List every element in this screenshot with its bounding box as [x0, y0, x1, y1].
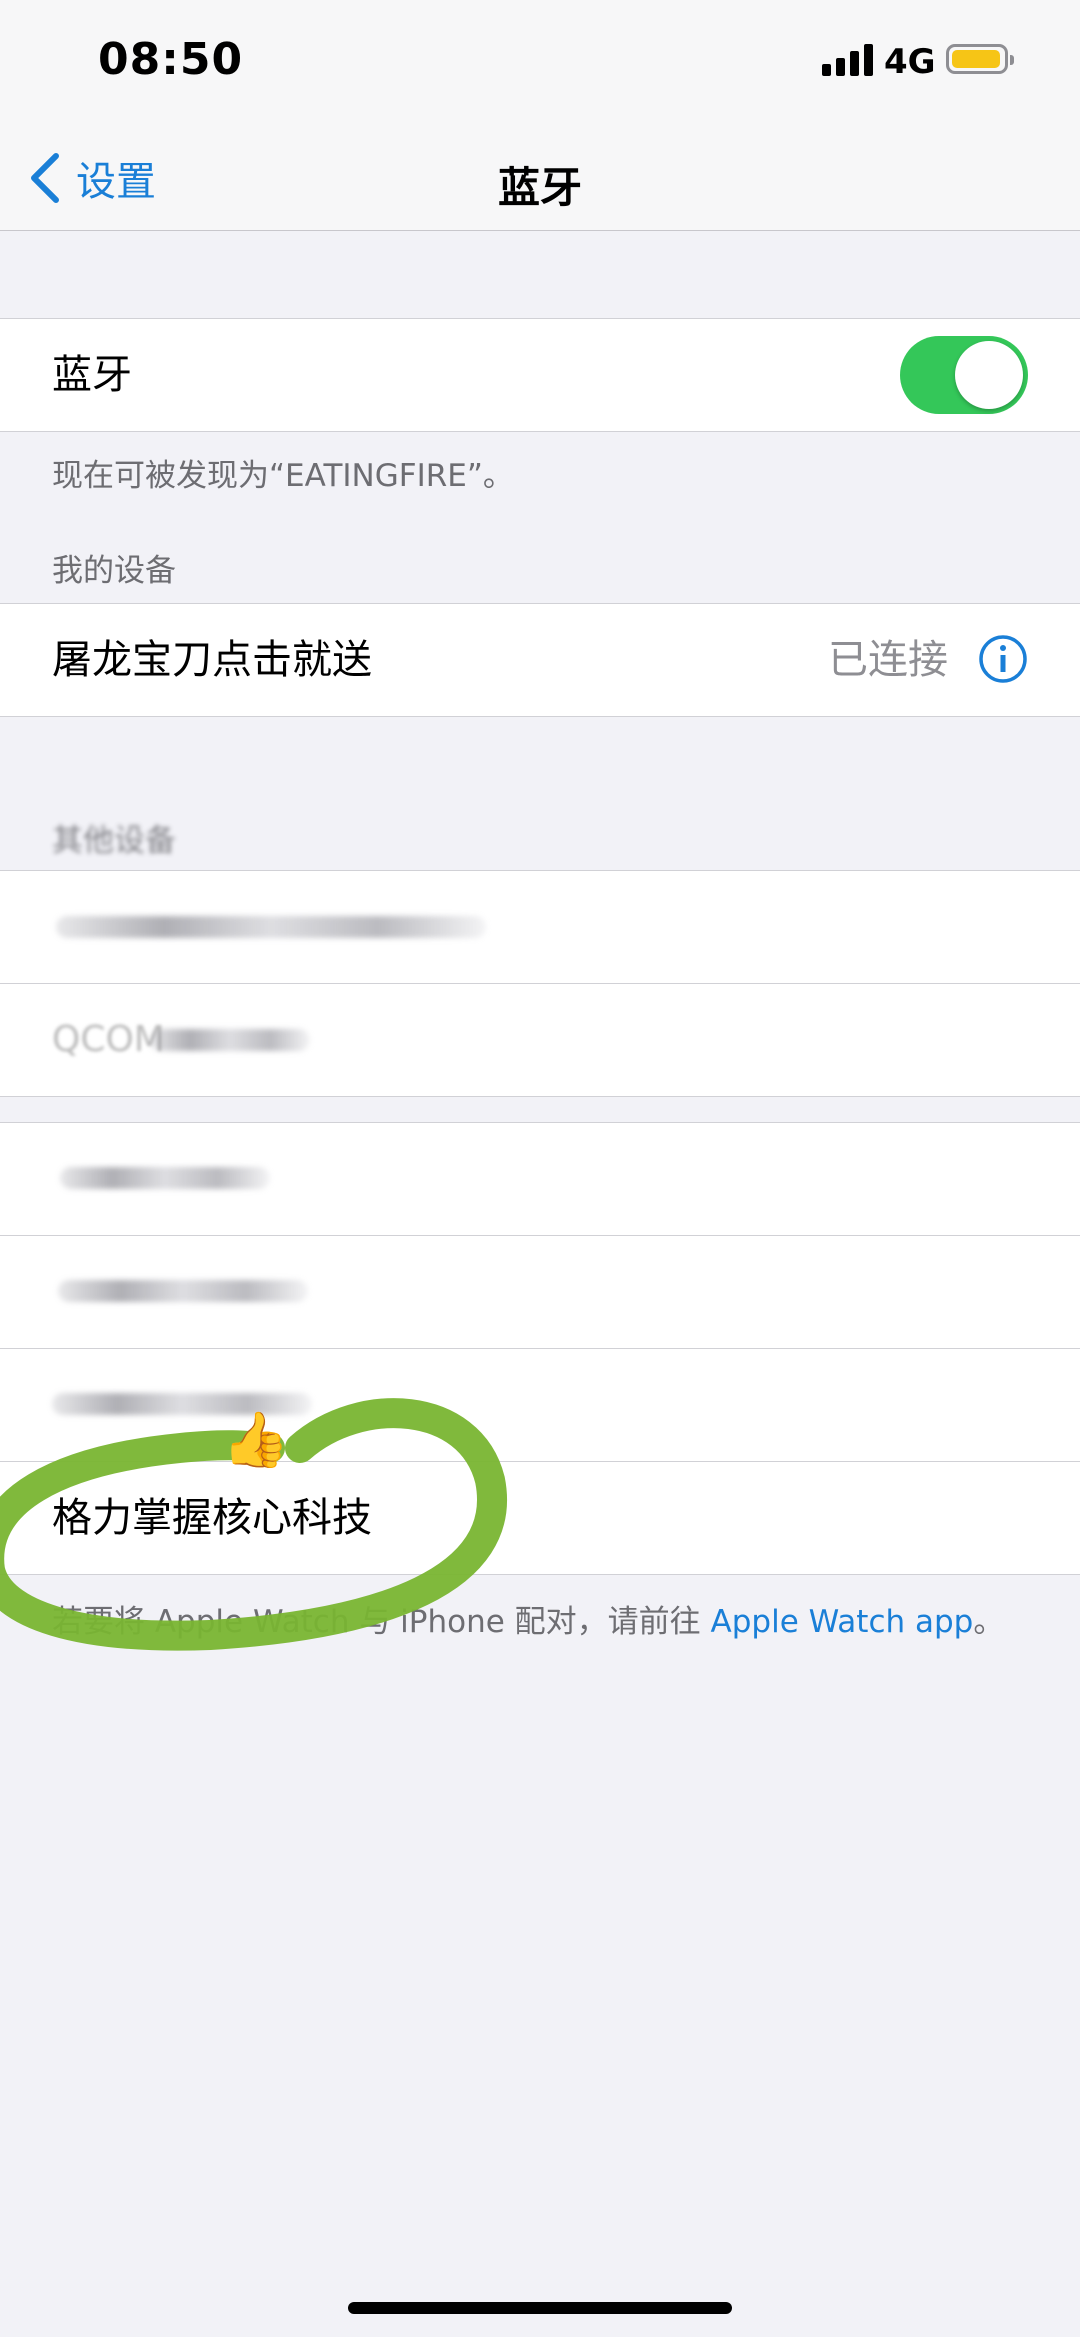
blurred-device-name [60, 1167, 270, 1189]
my-devices-group: 屠龙宝刀点击就送 已连接 [0, 603, 1080, 717]
other-devices-group-2: 格力掌握核心科技 [0, 1122, 1080, 1575]
bluetooth-row: 蓝牙 [0, 319, 1080, 431]
footer-text: 若要将 Apple Watch 与 iPhone 配对，请前往 [52, 1604, 701, 1640]
battery-icon [946, 44, 1014, 74]
status-bar: 08:50 4G [0, 0, 1080, 130]
device-status: 已连接 [828, 637, 948, 683]
status-time: 08:50 [98, 34, 244, 85]
page-title: 蓝牙 [497, 163, 582, 212]
list-item[interactable] [0, 1235, 1080, 1348]
list-item[interactable] [0, 1348, 1080, 1461]
other-devices-group-1: QCOM [0, 870, 1080, 1097]
thumbs-up-icon: 👍 [222, 1408, 290, 1471]
blurred-device-name [58, 1280, 308, 1302]
list-item[interactable]: QCOM [0, 983, 1080, 1096]
footer-suffix: 。 [973, 1604, 1005, 1640]
device-row[interactable]: 屠龙宝刀点击就送 已连接 [0, 604, 1080, 716]
list-item[interactable]: 格力掌握核心科技 [0, 1461, 1080, 1574]
bluetooth-toggle[interactable] [900, 336, 1028, 414]
blurred-device-name [150, 1029, 310, 1051]
info-icon[interactable] [978, 634, 1028, 684]
signal-icon [822, 44, 874, 76]
device-name: QCOM [52, 1019, 165, 1060]
discoverable-caption: 现在可被发现为“EATINGFIRE”。 [52, 458, 514, 494]
bluetooth-label: 蓝牙 [52, 352, 132, 398]
other-devices-header: 其他设备 [52, 815, 176, 860]
other-devices-header-text: 其他设备 [52, 823, 176, 859]
my-devices-header: 我的设备 [52, 553, 176, 589]
device-name: 屠龙宝刀点击就送 [52, 637, 372, 683]
list-item[interactable] [0, 871, 1080, 983]
list-item[interactable] [0, 1123, 1080, 1235]
apple-watch-app-link[interactable]: Apple Watch app [711, 1604, 974, 1640]
home-indicator[interactable] [348, 2302, 732, 2314]
navigation-bar: 设置 蓝牙 [0, 130, 1080, 231]
network-type: 4G [884, 42, 936, 82]
device-name: 格力掌握核心科技 [52, 1495, 372, 1541]
footer-note: 若要将 Apple Watch 与 iPhone 配对，请前往 Apple Wa… [52, 1596, 1004, 1641]
bluetooth-group: 蓝牙 [0, 318, 1080, 432]
blurred-device-name [56, 916, 486, 938]
